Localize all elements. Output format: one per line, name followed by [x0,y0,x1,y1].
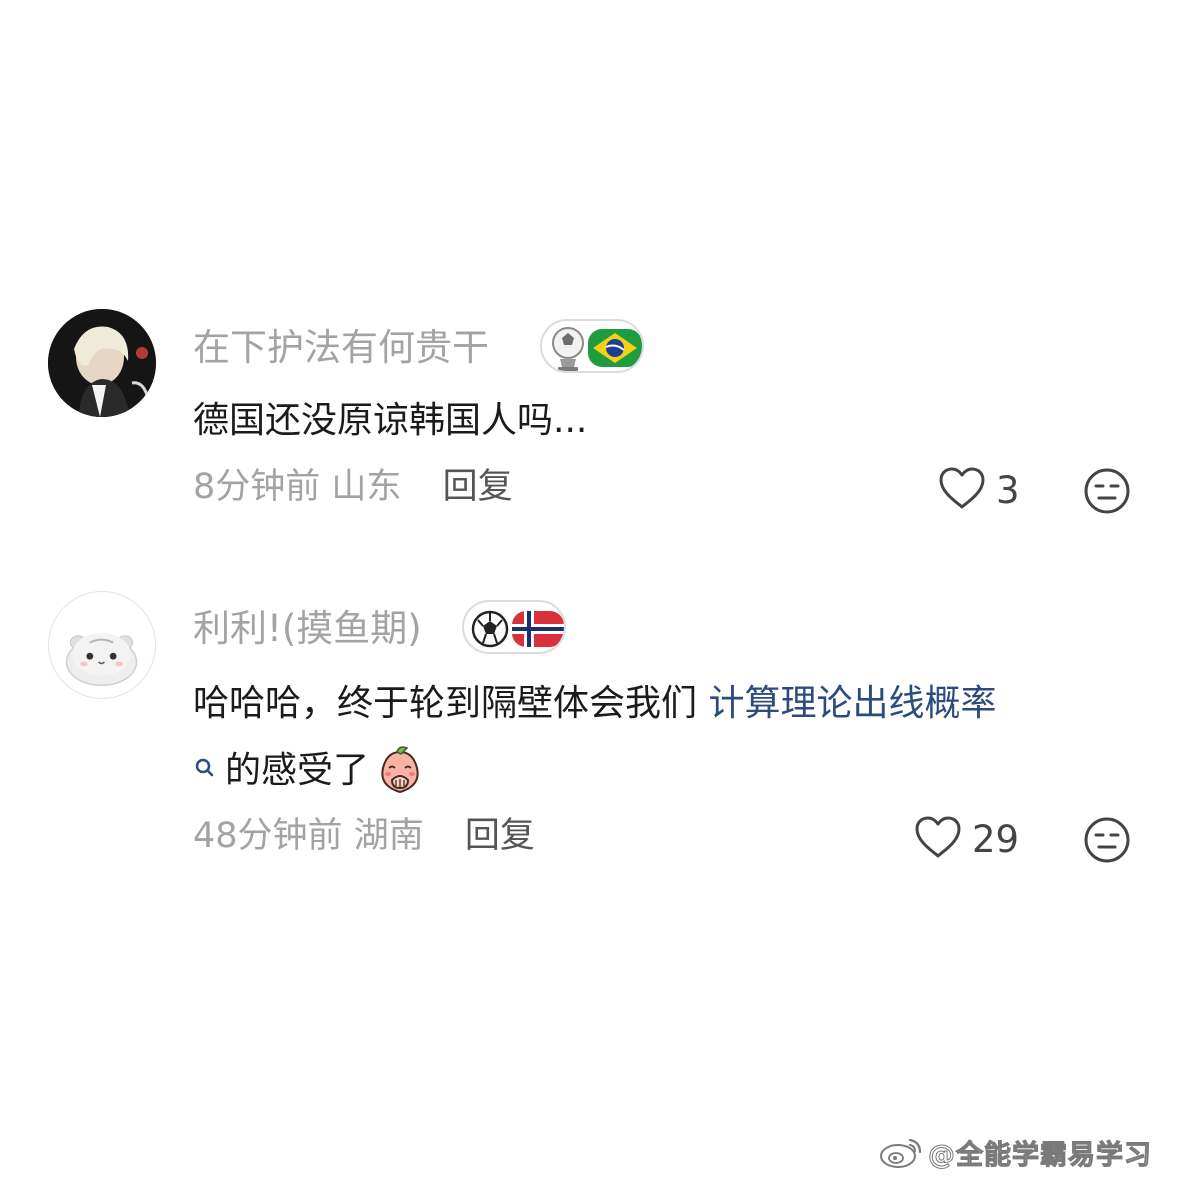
dislike-face-icon[interactable] [1083,467,1131,515]
football-icon [471,610,509,648]
comment-meta: 8分钟前 山东 回复 [193,470,513,505]
comment-text: 德国还没原谅韩国人吗... [193,400,588,441]
comment-meta: 48分钟前 湖南 回复 [193,819,535,854]
username[interactable]: 利利!(摸鱼期) [193,610,422,647]
user-badge[interactable] [540,319,644,373]
dislike-face-icon[interactable] [1083,816,1131,864]
comment-text-plain: 哈哈哈，终于轮到隔壁体会我们 [193,683,709,724]
reply-button[interactable]: 回复 [443,467,513,507]
brazil-flag-icon [588,329,642,367]
watermark: @全能学霸易学习 [878,1134,1152,1171]
like-count: 3 [996,468,1020,512]
heart-icon [938,466,986,514]
weibo-logo-icon [878,1134,924,1170]
comment-text-line2: 的感受了 [193,746,425,796]
comment-text-end: 的感受了 [225,750,370,791]
comment-location: 山东 [331,467,402,507]
comment-location: 湖南 [353,816,424,856]
avatar[interactable] [48,309,156,417]
football-trophy-icon [552,327,584,371]
comment-text: 哈哈哈，终于轮到隔壁体会我们 计算理论出线概率 [193,686,996,722]
norway-flag-icon [512,611,564,647]
avatar[interactable] [48,591,156,699]
username[interactable]: 在下护法有何贵干 [193,329,489,366]
heart-icon [914,815,962,863]
like-count: 29 [972,817,1020,861]
like-button[interactable]: 3 [938,463,1020,517]
comment-time: 8分钟前 [193,467,321,507]
search-link[interactable]: 计算理论出线概率 [708,683,996,724]
watermark-text: @全能学霸易学习 [928,1139,1152,1171]
peach-cover-mouth-emoji [375,746,425,796]
comment-time: 48分钟前 [193,816,343,856]
search-icon[interactable] [193,756,217,786]
user-badge[interactable] [462,600,566,654]
like-button[interactable]: 29 [914,812,1019,866]
reply-button[interactable]: 回复 [465,816,535,856]
